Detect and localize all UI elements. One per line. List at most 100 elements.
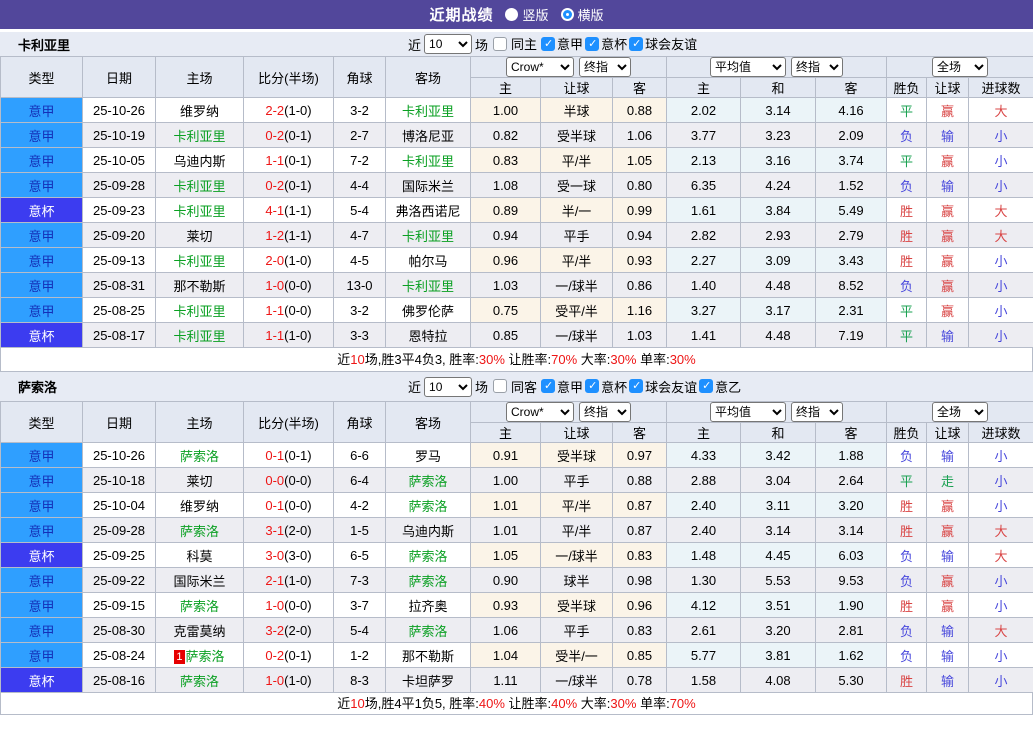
odds-company-select[interactable]: Crow* (506, 57, 574, 77)
avg-home-odds: 2.88 (667, 468, 741, 493)
league-checkbox[interactable]: 意杯 (585, 377, 627, 396)
match-row: 意甲25-09-28卡利亚里0-2(0-1)4-4国际米兰1.08受一球0.80… (1, 173, 1033, 198)
col-goals: 进球数 (969, 423, 1033, 443)
avg-away-odds: 1.52 (816, 173, 887, 198)
away-team-name: 弗洛西诺尼 (395, 204, 460, 219)
avg-home-odds: 2.40 (667, 493, 741, 518)
league-cell: 意杯 (1, 323, 83, 348)
corner-cell: 4-7 (334, 223, 386, 248)
corner-cell: 6-6 (334, 443, 386, 468)
halftime-score: (0-0) (284, 278, 311, 293)
handicap-away-odds: 0.78 (613, 668, 667, 693)
corner-cell: 3-3 (334, 323, 386, 348)
goals-result-cell: 大 (969, 618, 1033, 643)
avg-home-odds: 1.48 (667, 543, 741, 568)
league-cell: 意甲 (1, 518, 83, 543)
odds-selectors-cell: Crow*终指 (471, 57, 667, 78)
scope-select[interactable]: 全场 (932, 57, 988, 77)
date-cell: 25-08-17 (83, 323, 156, 348)
away-team-cell: 卡利亚里 (386, 98, 471, 123)
away-team-name: 佛罗伦萨 (402, 304, 454, 319)
handicap-home-odds: 0.94 (471, 223, 541, 248)
avg-away-odds: 6.03 (816, 543, 887, 568)
match-row: 意杯25-08-16萨索洛1-0(1-0)8-3卡坦萨罗1.11一/球半0.78… (1, 668, 1033, 693)
score-cell: 0-2(0-1) (244, 123, 334, 148)
handicap-home-odds: 0.83 (471, 148, 541, 173)
league-checkbox[interactable]: 意甲 (541, 377, 583, 396)
home-team-name: 萨索洛 (180, 674, 219, 689)
home-team-cell: 1萨索洛 (156, 643, 244, 668)
halftime-score: (0-0) (284, 473, 311, 488)
match-row: 意杯25-08-17卡利亚里1-1(1-0)3-3恩特拉0.85一/球半1.03… (1, 323, 1033, 348)
league-checkbox[interactable]: 意杯 (585, 34, 627, 53)
handicap-line: 受半球 (541, 593, 613, 618)
avg-home-odds: 5.77 (667, 643, 741, 668)
halftime-score: (1-1) (284, 228, 311, 243)
league-cell: 意甲 (1, 468, 83, 493)
same-venue-checkbox[interactable]: 同主 (493, 34, 537, 53)
match-row: 意甲25-10-26维罗纳2-2(1-0)3-2卡利亚里1.00半球0.882.… (1, 98, 1033, 123)
col-odds-away: 客 (613, 423, 667, 443)
goals-result-cell: 小 (969, 123, 1033, 148)
home-team-cell: 克雷莫纳 (156, 618, 244, 643)
handicap-away-odds: 0.87 (613, 493, 667, 518)
match-count-select[interactable]: 10 (424, 34, 472, 54)
odds-company-select[interactable]: Crow* (506, 402, 574, 422)
away-team-cell: 萨索洛 (386, 543, 471, 568)
fulltime-score: 1-1 (265, 328, 284, 343)
radio-vertical-layout[interactable]: 竖版 (505, 5, 548, 24)
halftime-score: (1-1) (284, 203, 311, 218)
date-cell: 25-10-26 (83, 98, 156, 123)
away-team-name: 罗马 (415, 449, 441, 464)
fulltime-score: 4-1 (265, 203, 284, 218)
scope-select[interactable]: 全场 (932, 402, 988, 422)
fulltime-score: 0-2 (265, 648, 284, 663)
home-team-cell: 萨索洛 (156, 518, 244, 543)
home-team-name: 国际米兰 (173, 574, 225, 589)
league-filters: 同主意甲意杯球会友谊 (491, 34, 697, 54)
score-cell: 1-2(1-1) (244, 223, 334, 248)
date-cell: 25-08-31 (83, 273, 156, 298)
radio-horizontal-layout[interactable]: 横版 (561, 5, 604, 24)
handicap-line: 一/球半 (541, 543, 613, 568)
same-venue-checkbox[interactable]: 同客 (493, 377, 537, 396)
away-team-cell: 罗马 (386, 443, 471, 468)
col-away: 客场 (386, 402, 471, 443)
average-stage-select[interactable]: 终指 (791, 402, 843, 422)
handicap-home-odds: 0.75 (471, 298, 541, 323)
score-cell: 1-1(0-0) (244, 298, 334, 323)
col-date: 日期 (83, 57, 156, 98)
checkbox-icon (629, 37, 643, 51)
handicap-result-cell: 输 (927, 543, 969, 568)
avg-home-odds: 1.41 (667, 323, 741, 348)
league-checkbox[interactable]: 球会友谊 (629, 34, 697, 53)
handicap-home-odds: 1.04 (471, 643, 541, 668)
average-select[interactable]: 平均值 (710, 402, 786, 422)
league-cell: 意甲 (1, 298, 83, 323)
average-select[interactable]: 平均值 (710, 57, 786, 77)
corner-cell: 13-0 (334, 273, 386, 298)
league-checkbox[interactable]: 意乙 (699, 377, 741, 396)
handicap-home-odds: 0.89 (471, 198, 541, 223)
away-team-name: 萨索洛 (408, 549, 447, 564)
home-team-cell: 萨索洛 (156, 668, 244, 693)
odds-stage-select[interactable]: 终指 (579, 57, 631, 77)
league-checkbox[interactable]: 球会友谊 (629, 377, 697, 396)
avg-home-odds: 1.40 (667, 273, 741, 298)
avg-away-odds: 4.16 (816, 98, 887, 123)
average-stage-select[interactable]: 终指 (791, 57, 843, 77)
odds-stage-select[interactable]: 终指 (579, 402, 631, 422)
match-count-select[interactable]: 10 (424, 377, 472, 397)
handicap-away-odds: 1.05 (613, 148, 667, 173)
handicap-result-cell: 赢 (927, 518, 969, 543)
goals-result-cell: 大 (969, 223, 1033, 248)
home-team-name: 维罗纳 (180, 104, 219, 119)
league-checkbox[interactable]: 意甲 (541, 34, 583, 53)
checkbox-icon (585, 37, 599, 51)
col-avg-draw: 和 (741, 78, 816, 98)
home-team-cell: 卡利亚里 (156, 198, 244, 223)
avg-away-odds: 3.20 (816, 493, 887, 518)
halftime-score: (0-1) (284, 448, 311, 463)
near-label: 近 (408, 377, 421, 396)
checkbox-label: 意杯 (601, 34, 627, 53)
